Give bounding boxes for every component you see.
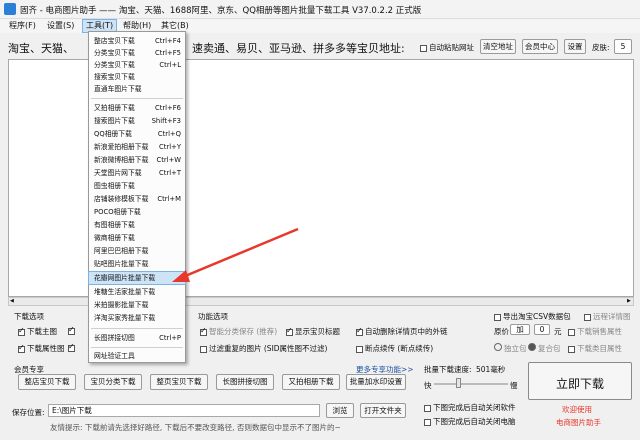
arrow-line (177, 227, 299, 281)
red-arrow-annotation (172, 227, 299, 282)
arrow-head (172, 270, 190, 282)
